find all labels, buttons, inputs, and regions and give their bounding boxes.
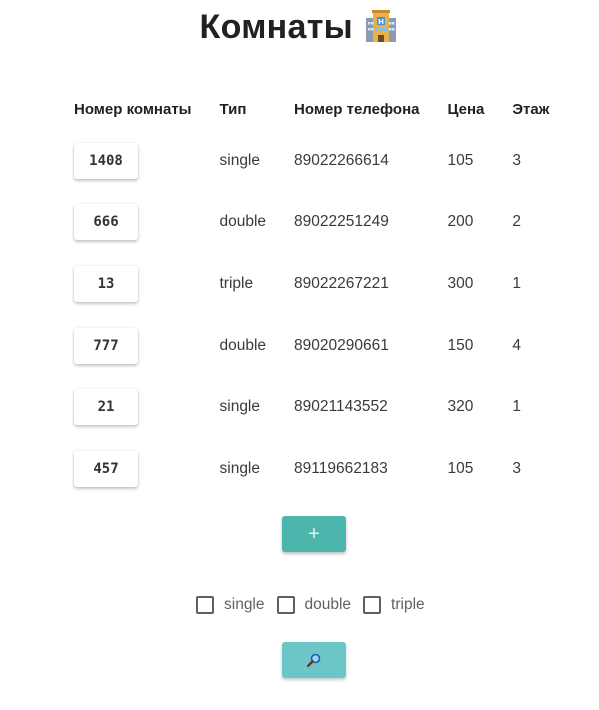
room-number-button[interactable]: 666 bbox=[74, 204, 138, 241]
search-button[interactable] bbox=[282, 642, 346, 678]
floor-cell: 1 bbox=[512, 398, 521, 416]
filter-label-double: double bbox=[304, 596, 352, 613]
column-header-type: Тип bbox=[219, 100, 247, 118]
room-number-cell: 1408 bbox=[60, 130, 206, 192]
filter-triple[interactable]: triple bbox=[363, 596, 425, 614]
room-number-button[interactable]: 1408 bbox=[74, 142, 138, 179]
checkbox-triple[interactable] bbox=[363, 596, 382, 614]
phone-cell: 89020290661 bbox=[294, 336, 389, 354]
checkbox-single[interactable] bbox=[196, 596, 214, 614]
floor-cell: 1 bbox=[512, 274, 521, 292]
type-cell: single bbox=[219, 459, 261, 477]
phone-cell: 89119662183 bbox=[294, 459, 388, 477]
floor-cell: 3 bbox=[512, 151, 521, 169]
table-row: 457 single 89119662183 105 3 bbox=[60, 438, 563, 500]
hotel-icon: H bbox=[366, 9, 397, 42]
svg-text:H: H bbox=[379, 18, 385, 26]
price-cell: 105 bbox=[447, 151, 474, 169]
room-number-button[interactable]: 777 bbox=[74, 327, 138, 364]
room-number-cell: 666 bbox=[60, 192, 206, 254]
table-row: 777 double 89020290661 150 4 bbox=[60, 315, 563, 377]
table-row: 1408 single 89022266614 105 3 bbox=[60, 130, 563, 192]
column-header-phone: Номер телефона bbox=[294, 100, 420, 118]
room-number-button[interactable]: 457 bbox=[74, 450, 138, 487]
room-number-cell: 777 bbox=[60, 315, 206, 377]
room-number-button[interactable]: 13 bbox=[74, 265, 138, 302]
add-room-button[interactable]: + bbox=[282, 516, 346, 552]
page-title: Комнаты bbox=[199, 8, 353, 46]
filter-double[interactable]: double bbox=[276, 596, 352, 614]
header-row: Номер комнаты Тип Номер телефона Цена Эт… bbox=[60, 88, 563, 130]
checkbox-double[interactable] bbox=[276, 596, 295, 614]
type-cell: double bbox=[219, 336, 267, 354]
column-header-price: Цена bbox=[447, 100, 485, 118]
magnifier-icon bbox=[307, 653, 321, 668]
filter-label-single: single bbox=[224, 596, 265, 613]
phone-cell: 89022251249 bbox=[294, 213, 389, 231]
type-cell: triple bbox=[219, 274, 254, 292]
rooms-table: Номер комнаты Тип Номер телефона Цена Эт… bbox=[60, 88, 563, 500]
type-cell: double bbox=[219, 213, 267, 231]
floor-cell: 3 bbox=[512, 459, 521, 477]
room-number-cell: 457 bbox=[60, 438, 206, 500]
table-row: 13 triple 89022267221 300 1 bbox=[60, 253, 563, 315]
phone-cell: 89022266614 bbox=[294, 151, 389, 169]
floor-cell: 4 bbox=[512, 336, 521, 354]
column-header-floor: Этаж bbox=[512, 100, 550, 118]
filter-single[interactable]: single bbox=[196, 596, 265, 614]
price-cell: 200 bbox=[447, 213, 474, 231]
table-row: 21 single 89021143552 320 1 bbox=[60, 376, 563, 438]
type-filters: single double triple bbox=[196, 596, 437, 614]
price-cell: 105 bbox=[447, 459, 474, 477]
title-row: Комнаты H bbox=[0, 8, 599, 52]
price-cell: 150 bbox=[447, 336, 474, 354]
phone-cell: 89021143552 bbox=[294, 398, 388, 416]
price-cell: 300 bbox=[447, 274, 474, 292]
filter-label-triple: triple bbox=[391, 596, 425, 613]
type-cell: single bbox=[219, 398, 261, 416]
rooms-page: Комнаты H Номер комнаты Тип Номер телефо… bbox=[0, 0, 599, 710]
column-header-room-number: Номер комнаты bbox=[74, 100, 192, 118]
room-number-cell: 13 bbox=[60, 253, 206, 315]
room-number-cell: 21 bbox=[60, 376, 206, 438]
price-cell: 320 bbox=[447, 398, 474, 416]
type-cell: single bbox=[219, 151, 261, 169]
room-number-button[interactable]: 21 bbox=[74, 389, 138, 426]
table-row: 666 double 89022251249 200 2 bbox=[60, 192, 563, 254]
table-body: 1408 single 89022266614 105 3 666 double… bbox=[60, 130, 563, 500]
phone-cell: 89022267221 bbox=[294, 274, 389, 292]
floor-cell: 2 bbox=[512, 213, 521, 231]
table-header: Номер комнаты Тип Номер телефона Цена Эт… bbox=[60, 88, 563, 130]
